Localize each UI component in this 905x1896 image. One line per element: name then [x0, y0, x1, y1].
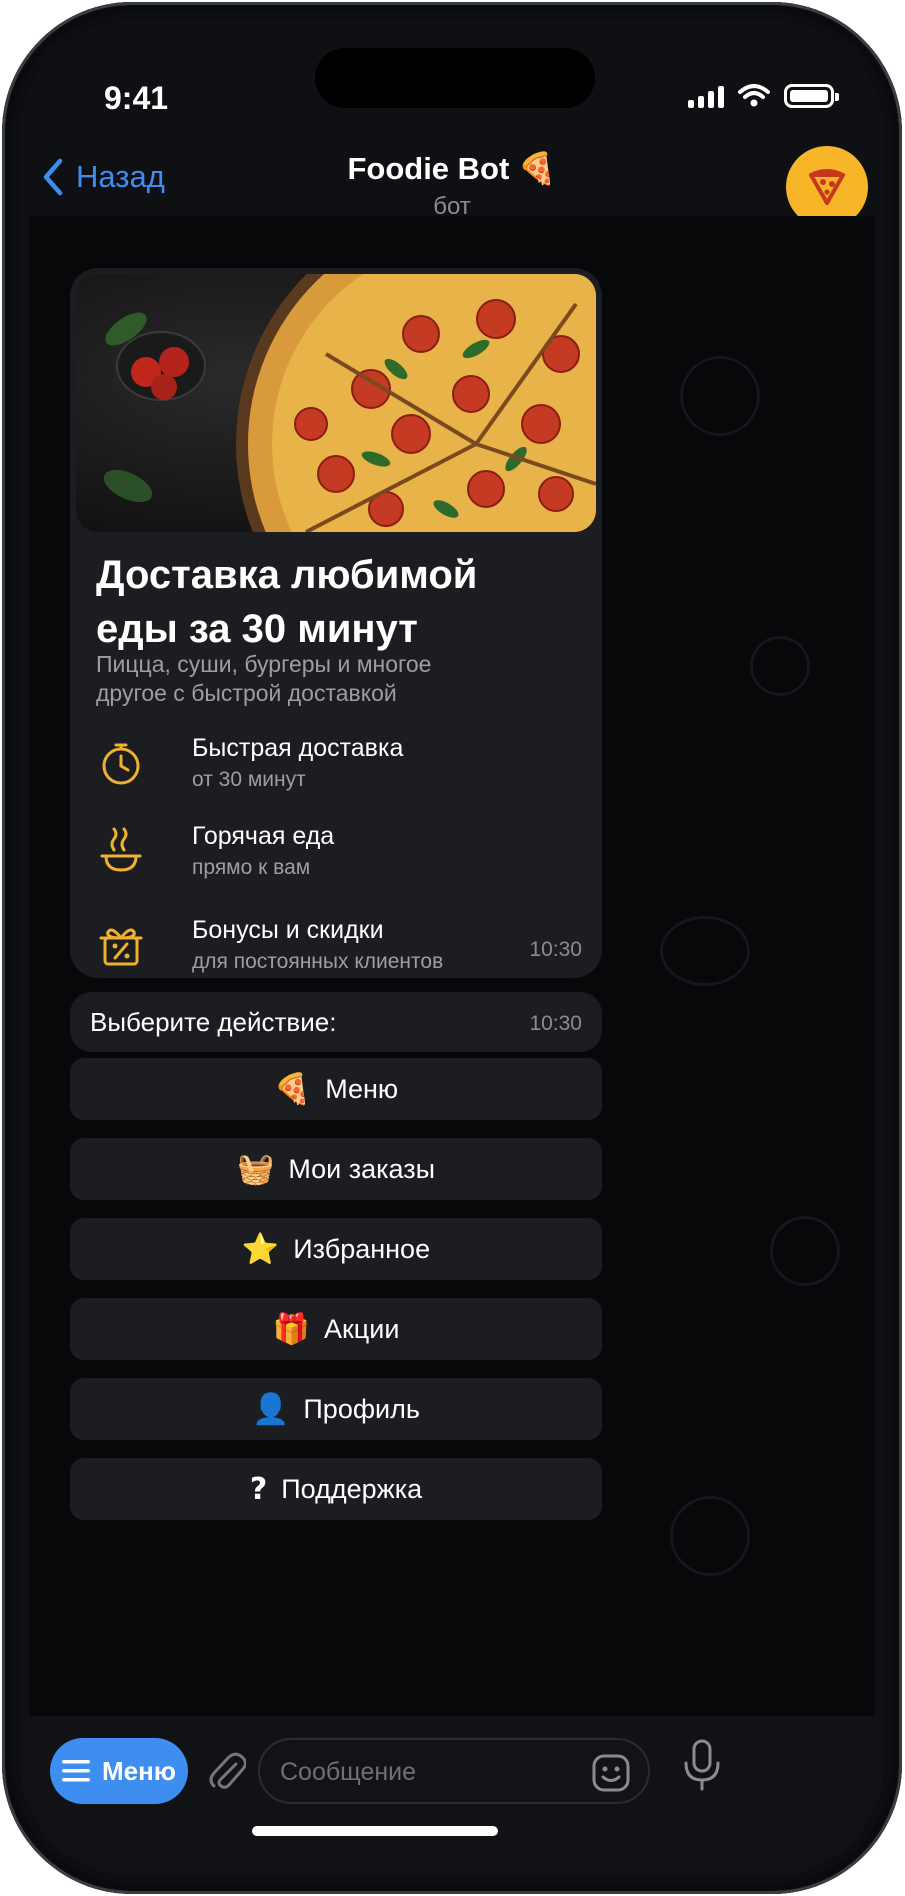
feature-fast-delivery: Быстрая доставка от 30 минут — [96, 734, 576, 804]
screen: 9:41 Назад Foodie Bot 🍕 бот Доставка люб… — [20, 20, 884, 1876]
gift-icon: 🎁 — [272, 1311, 310, 1347]
background-doodle — [750, 636, 810, 696]
feature-title: Быстрая доставка — [192, 734, 404, 762]
basket-icon: 🧺 — [236, 1151, 275, 1187]
wifi-icon — [738, 84, 770, 107]
stopwatch-icon — [102, 743, 140, 785]
status-icons — [688, 84, 839, 108]
keyboard-button-promotions[interactable]: 🎁 Акции — [70, 1298, 602, 1360]
feature-title: Горячая еда — [192, 822, 335, 850]
message-time: 10:30 — [529, 1012, 582, 1035]
question-icon: ? — [249, 1471, 268, 1507]
background-doodle — [770, 1216, 840, 1286]
message-input[interactable]: Сообщение — [258, 1738, 650, 1804]
gift-discount-icon — [99, 928, 143, 966]
sticker-icon[interactable] — [592, 1754, 630, 1792]
keyboard-button-profile[interactable]: 👤 Профиль — [70, 1378, 602, 1440]
star-icon: ⭐ — [241, 1231, 280, 1267]
message-time: 10:30 — [529, 938, 582, 961]
hot-food-icon — [100, 827, 142, 872]
keyboard-button-support[interactable]: ? Поддержка — [70, 1458, 602, 1520]
message-composer: Меню Сообщение — [20, 1716, 884, 1876]
pizza-icon: 🍕 — [273, 1071, 312, 1107]
user-icon: 👤 — [252, 1391, 290, 1427]
keyboard-button-label: Профиль — [303, 1393, 420, 1424]
background-doodle — [680, 356, 760, 436]
chat-area[interactable]: Доставка любимой еды за 30 минут Пицца, … — [30, 216, 874, 1716]
keyboard-button-label: Меню — [325, 1073, 399, 1104]
chat-title-block[interactable]: Foodie Bot 🍕 бот — [20, 150, 884, 221]
hamburger-icon — [61, 1760, 90, 1782]
pizza-icon — [809, 169, 845, 205]
promo-message: Доставка любимой еды за 30 минут Пицца, … — [70, 268, 602, 978]
chat-title: Foodie Bot 🍕 — [347, 151, 557, 186]
feature-subtitle: от 30 минут — [192, 768, 306, 791]
feature-title: Бонусы и скидки — [192, 916, 384, 944]
keyboard-button-favorites[interactable]: ⭐ Избранное — [70, 1218, 602, 1280]
promo-description: Пицца, суши, бургеры и многое другое с б… — [96, 651, 432, 706]
keyboard-button-orders[interactable]: 🧺 Мои заказы — [70, 1138, 602, 1200]
bot-menu-label: Меню — [101, 1755, 177, 1786]
feature-bonuses: Бонусы и скидки для постоянных клиентов — [96, 916, 576, 978]
pizza-photo — [76, 274, 596, 532]
background-doodle — [660, 916, 750, 986]
feature-subtitle: для постоянных клиентов — [192, 950, 444, 973]
dynamic-island — [315, 48, 595, 108]
attach-icon[interactable] — [206, 1748, 246, 1794]
bot-menu-button[interactable]: Меню — [50, 1738, 188, 1804]
phone-frame: 9:41 Назад Foodie Bot 🍕 бот Доставка люб… — [2, 2, 902, 1894]
home-indicator[interactable] — [252, 1826, 498, 1836]
battery-icon — [784, 84, 839, 108]
prompt-message: Выберите действие: 10:30 — [70, 992, 602, 1052]
prompt-text: Выберите действие: — [90, 1007, 337, 1037]
cellular-signal-icon — [688, 84, 724, 108]
keyboard-button-label: Избранное — [293, 1233, 431, 1264]
feature-hot-food: Горячая еда прямо к вам — [96, 822, 576, 892]
microphone-icon[interactable] — [682, 1738, 722, 1792]
status-time: 9:41 — [104, 80, 169, 116]
keyboard-button-menu[interactable]: 🍕 Меню — [70, 1058, 602, 1120]
feature-subtitle: прямо к вам — [192, 856, 311, 879]
message-placeholder: Сообщение — [280, 1758, 417, 1786]
keyboard-button-label: Поддержка — [281, 1473, 423, 1504]
keyboard-button-label: Акции — [323, 1313, 400, 1344]
keyboard-button-label: Мои заказы — [288, 1153, 436, 1184]
background-doodle — [670, 1496, 750, 1576]
promo-title: Доставка любимой еды за 30 минут — [96, 553, 478, 651]
